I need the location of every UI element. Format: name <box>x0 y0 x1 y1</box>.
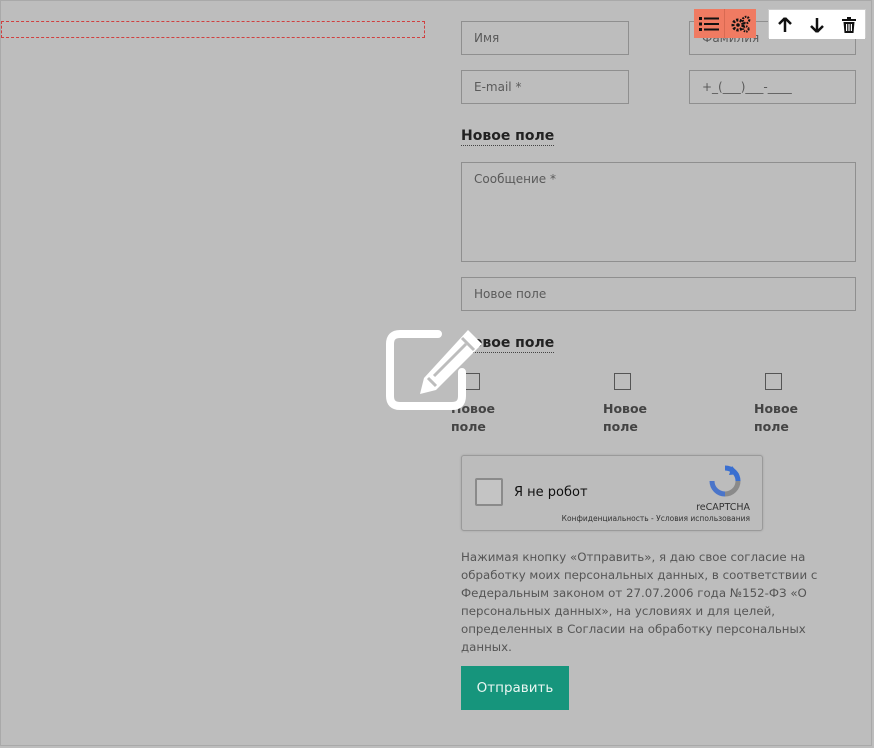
phone-input[interactable]: +_(___)___-____ <box>689 70 856 104</box>
phone-placeholder: +_(___)___-____ <box>702 80 792 94</box>
list-icon[interactable] <box>694 9 725 38</box>
email-input[interactable]: E-mail * <box>461 70 629 104</box>
recaptcha-brand: reCAPTCHA <box>696 502 750 513</box>
submit-button[interactable]: Отправить <box>461 666 569 710</box>
block-toolbar-secondary <box>768 9 866 39</box>
section-title-1[interactable]: Новое поле <box>461 128 555 146</box>
recaptcha-logo-icon <box>708 464 742 502</box>
extra-field-input[interactable]: Новое поле <box>461 277 856 311</box>
checkbox-3-label: Новое поле <box>754 401 799 434</box>
checkbox-3[interactable] <box>765 373 782 390</box>
edit-icon[interactable] <box>386 328 486 410</box>
block-toolbar-primary <box>694 9 756 38</box>
consent-text: Нажимая кнопку «Отправить», я даю свое с… <box>461 550 818 654</box>
recaptcha-checkbox[interactable] <box>475 478 503 506</box>
trash-icon[interactable] <box>833 10 865 39</box>
message-placeholder: Сообщение * <box>474 172 556 186</box>
name-input[interactable]: Имя <box>461 21 629 55</box>
message-textarea[interactable]: Сообщение * <box>461 162 856 262</box>
extra-field-placeholder: Новое поле <box>474 287 547 301</box>
arrow-down-icon[interactable] <box>801 10 833 39</box>
arrow-up-icon[interactable] <box>769 10 801 39</box>
recaptcha-links[interactable]: Конфиденциальность - Условия использован… <box>562 514 750 523</box>
recaptcha-widget: Я не робот reCAPTCHA Конфиденциальность … <box>461 455 763 531</box>
checkbox-2-label: Новое поле <box>603 401 648 434</box>
email-placeholder: E-mail * <box>474 80 522 94</box>
settings-icon[interactable] <box>725 9 756 38</box>
selected-block-outline[interactable] <box>1 21 425 38</box>
recaptcha-label: Я не робот <box>514 485 588 500</box>
checkbox-2[interactable] <box>614 373 631 390</box>
name-placeholder: Имя <box>474 31 500 45</box>
